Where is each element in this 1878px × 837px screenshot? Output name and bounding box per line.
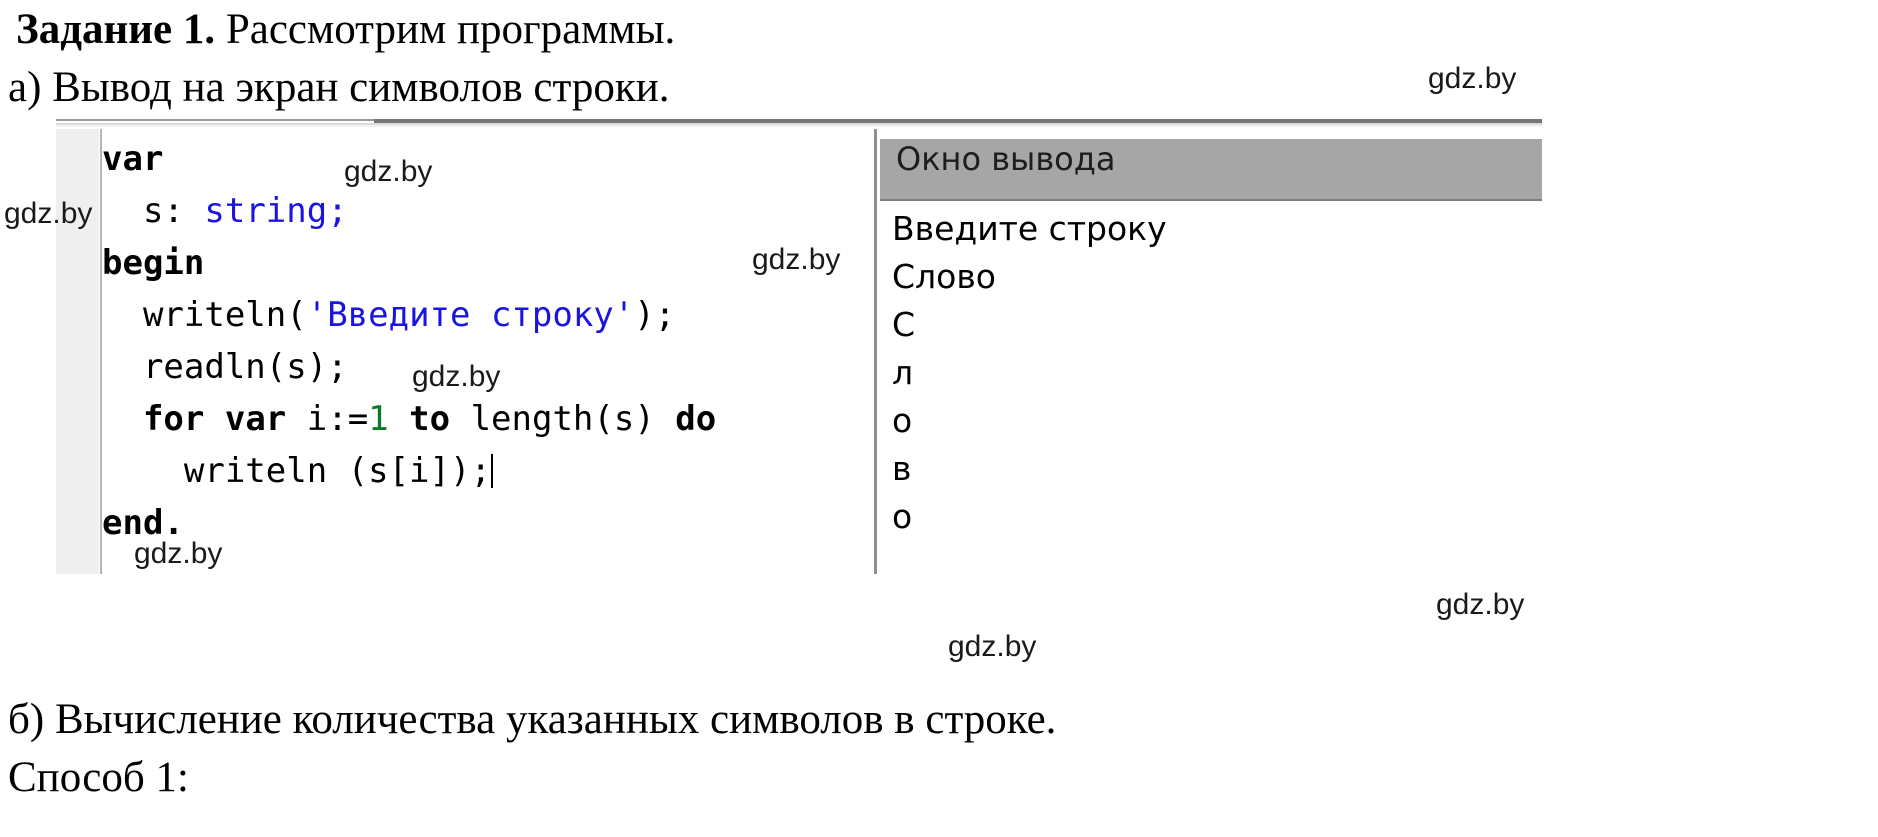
task-heading: Задание 1. Рассмотрим программы. — [16, 8, 675, 51]
code-token-plain: s: — [142, 191, 205, 231]
output-line: о — [892, 401, 913, 440]
output-line: Слово — [892, 257, 996, 296]
code-token-kw: var — [102, 139, 164, 179]
watermark: gdz.by — [948, 630, 1037, 663]
watermark: gdz.by — [4, 197, 93, 230]
code-line: writeln('Введите строку'); — [102, 289, 874, 341]
ide-screenshot: var s: string; begin writeln('Введите стр… — [56, 119, 1542, 574]
watermark: gdz.by — [412, 360, 501, 393]
code-token-type: string — [204, 191, 328, 231]
item-a-text: а) Вывод на экран символов строки. — [8, 64, 670, 111]
code-token-plain: writeln (s[i]); — [183, 451, 491, 491]
code-token-plain: ); — [634, 295, 676, 335]
output-line: Введите строку — [892, 209, 1167, 248]
code-token-kw: to — [409, 399, 451, 439]
code-token-type: ; — [327, 191, 348, 231]
code-text[interactable]: var s: string; begin writeln('Введите стр… — [102, 133, 874, 549]
code-editor-pane[interactable]: var s: string; begin writeln('Введите стр… — [56, 129, 874, 574]
watermark: gdz.by — [344, 155, 433, 188]
task-heading-label: Задание 1. — [16, 6, 216, 53]
watermark: gdz.by — [752, 243, 841, 276]
code-token-kw: for — [142, 399, 205, 439]
code-token-kw: var — [224, 399, 287, 439]
code-line: var — [102, 133, 874, 185]
code-token-kw: begin — [102, 243, 205, 283]
code-line: s: string; — [102, 185, 874, 237]
pane-divider[interactable] — [874, 129, 877, 574]
code-line: for var i:=1 to length(s) do — [102, 393, 874, 445]
output-line: л — [892, 353, 914, 392]
code-token-kw: do — [675, 399, 717, 439]
item-b-text: б) Вычисление количества указанных симво… — [8, 696, 1057, 743]
output-window-title: Окно вывода — [896, 140, 1116, 178]
code-token-plain: readln(s); — [142, 347, 348, 387]
code-token-str: 'Введите строку' — [306, 295, 635, 335]
code-token-num: 1 — [368, 399, 389, 439]
output-line: в — [892, 449, 912, 488]
task-heading-rest: Рассмотрим программы. — [215, 6, 676, 53]
output-line: С — [892, 305, 916, 344]
code-token-plain: i:= — [286, 399, 369, 439]
output-window-content[interactable]: Введите строку Слово Сл о в о — [880, 205, 1542, 574]
code-line: writeln (s[i]); — [102, 445, 874, 497]
code-token-plain: writeln( — [142, 295, 307, 335]
output-window-pane: Окно вывода Введите строку Слово Сл о в о — [874, 129, 1542, 574]
watermark: gdz.by — [1436, 588, 1525, 621]
watermark: gdz.by — [1428, 62, 1517, 95]
text-cursor — [490, 454, 493, 488]
editor-gutter — [56, 129, 99, 574]
output-line: о — [892, 497, 913, 536]
code-token-plain: length(s) — [450, 399, 676, 439]
window-top-border-right — [374, 119, 1542, 123]
watermark: gdz.by — [134, 537, 223, 570]
method-label: Способ 1: — [8, 754, 189, 801]
